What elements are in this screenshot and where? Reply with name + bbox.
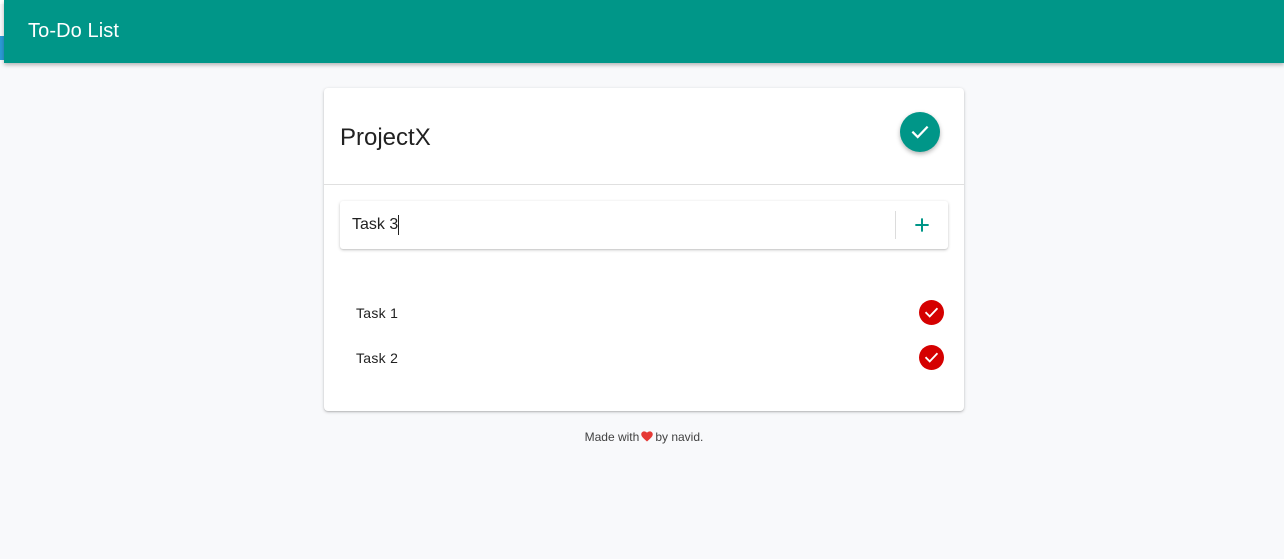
complete-task-button[interactable] — [919, 345, 944, 370]
project-title: ProjectX — [340, 124, 431, 151]
heart-icon — [641, 431, 654, 445]
new-task-input[interactable] — [352, 213, 882, 237]
card-header: ProjectX — [324, 88, 964, 185]
task-item: Task 1 — [324, 290, 964, 335]
new-task-field — [340, 201, 948, 249]
task-item: Task 2 — [324, 335, 964, 380]
app-bar: To-Do List — [4, 0, 1284, 63]
plus-icon — [915, 218, 929, 232]
check-icon — [924, 352, 939, 363]
check-icon — [911, 125, 929, 139]
complete-project-button[interactable] — [900, 112, 940, 152]
project-card: ProjectX Task 1 Task 2 — [324, 88, 964, 411]
task-label: Task 1 — [356, 305, 399, 321]
footer-suffix: by navid. — [655, 430, 704, 444]
check-icon — [924, 307, 939, 318]
text-caret — [398, 215, 399, 235]
footer-prefix: Made with — [584, 430, 640, 444]
add-task-button[interactable] — [906, 209, 938, 241]
complete-task-button[interactable] — [919, 300, 944, 325]
footer: Made with by navid. — [324, 430, 964, 445]
task-list: Task 1 Task 2 — [324, 290, 964, 380]
task-label: Task 2 — [356, 350, 399, 366]
input-divider — [895, 211, 896, 239]
app-title: To-Do List — [28, 20, 120, 42]
